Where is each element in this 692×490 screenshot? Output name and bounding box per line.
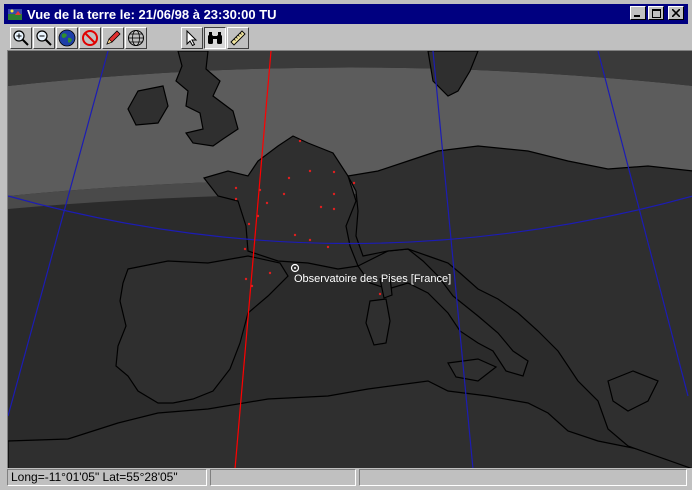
event-marker: [326, 245, 330, 249]
status-panel-2: [210, 469, 356, 486]
event-marker: [308, 238, 312, 242]
earth-map-view[interactable]: Observatoire des Pises [France]: [7, 50, 692, 468]
event-marker: [244, 277, 248, 281]
event-marker: [298, 139, 302, 143]
event-marker: [293, 233, 297, 237]
zoom-in-button[interactable]: [10, 27, 32, 49]
status-bar: Long=-11°01'05" Lat=55°28'05": [4, 469, 692, 489]
no-entry-button[interactable]: [79, 27, 101, 49]
minimize-button[interactable]: [630, 6, 646, 20]
ruler-icon: [230, 30, 246, 46]
event-marker: [243, 247, 247, 251]
event-marker: [247, 222, 251, 226]
earth-globe-icon: [58, 29, 76, 47]
magnifier-minus-icon: [36, 30, 52, 46]
event-marker: [332, 170, 336, 174]
event-marker: [319, 205, 323, 209]
event-marker: [265, 201, 269, 205]
observatory-label: Observatoire des Pises [France]: [294, 273, 452, 285]
binoculars-icon: [208, 32, 222, 44]
event-marker: [332, 192, 336, 196]
globe-view-button[interactable]: [56, 27, 78, 49]
arrow-cursor-icon: [186, 29, 198, 47]
event-marker: [282, 192, 286, 196]
wireframe-globe-icon: [128, 30, 144, 46]
grid-globe-button[interactable]: [125, 27, 147, 49]
magnifier-plus-icon: [13, 30, 29, 46]
event-marker: [250, 284, 254, 288]
event-marker: [234, 186, 238, 190]
pencil-button[interactable]: [102, 27, 124, 49]
pointer-button[interactable]: [181, 27, 203, 49]
status-coordinates: Long=-11°01'05" Lat=55°28'05": [7, 469, 207, 486]
toolbar: [4, 26, 688, 50]
binoculars-button[interactable]: [204, 27, 226, 49]
event-marker: [287, 176, 291, 180]
maximize-button[interactable]: [648, 6, 664, 20]
pencil-icon: [106, 30, 121, 45]
event-marker: [308, 169, 312, 173]
event-marker: [332, 207, 336, 211]
ruler-button[interactable]: [227, 27, 249, 49]
title-bar[interactable]: Vue de la terre le: 21/06/98 à 23:30:00 …: [4, 4, 688, 24]
event-marker: [378, 292, 382, 296]
prohibited-icon: [82, 30, 98, 46]
app-icon[interactable]: [7, 6, 23, 22]
close-button[interactable]: [668, 6, 684, 20]
app-window: Vue de la terre le: 21/06/98 à 23:30:00 …: [0, 0, 692, 490]
event-marker: [234, 197, 238, 201]
status-panel-3: [359, 469, 687, 486]
event-marker: [268, 271, 272, 275]
event-marker: [352, 181, 356, 185]
event-marker: [258, 188, 262, 192]
window-title: Vue de la terre le: 21/06/98 à 23:30:00 …: [27, 6, 277, 22]
event-marker: [256, 214, 260, 218]
zoom-out-button[interactable]: [33, 27, 55, 49]
